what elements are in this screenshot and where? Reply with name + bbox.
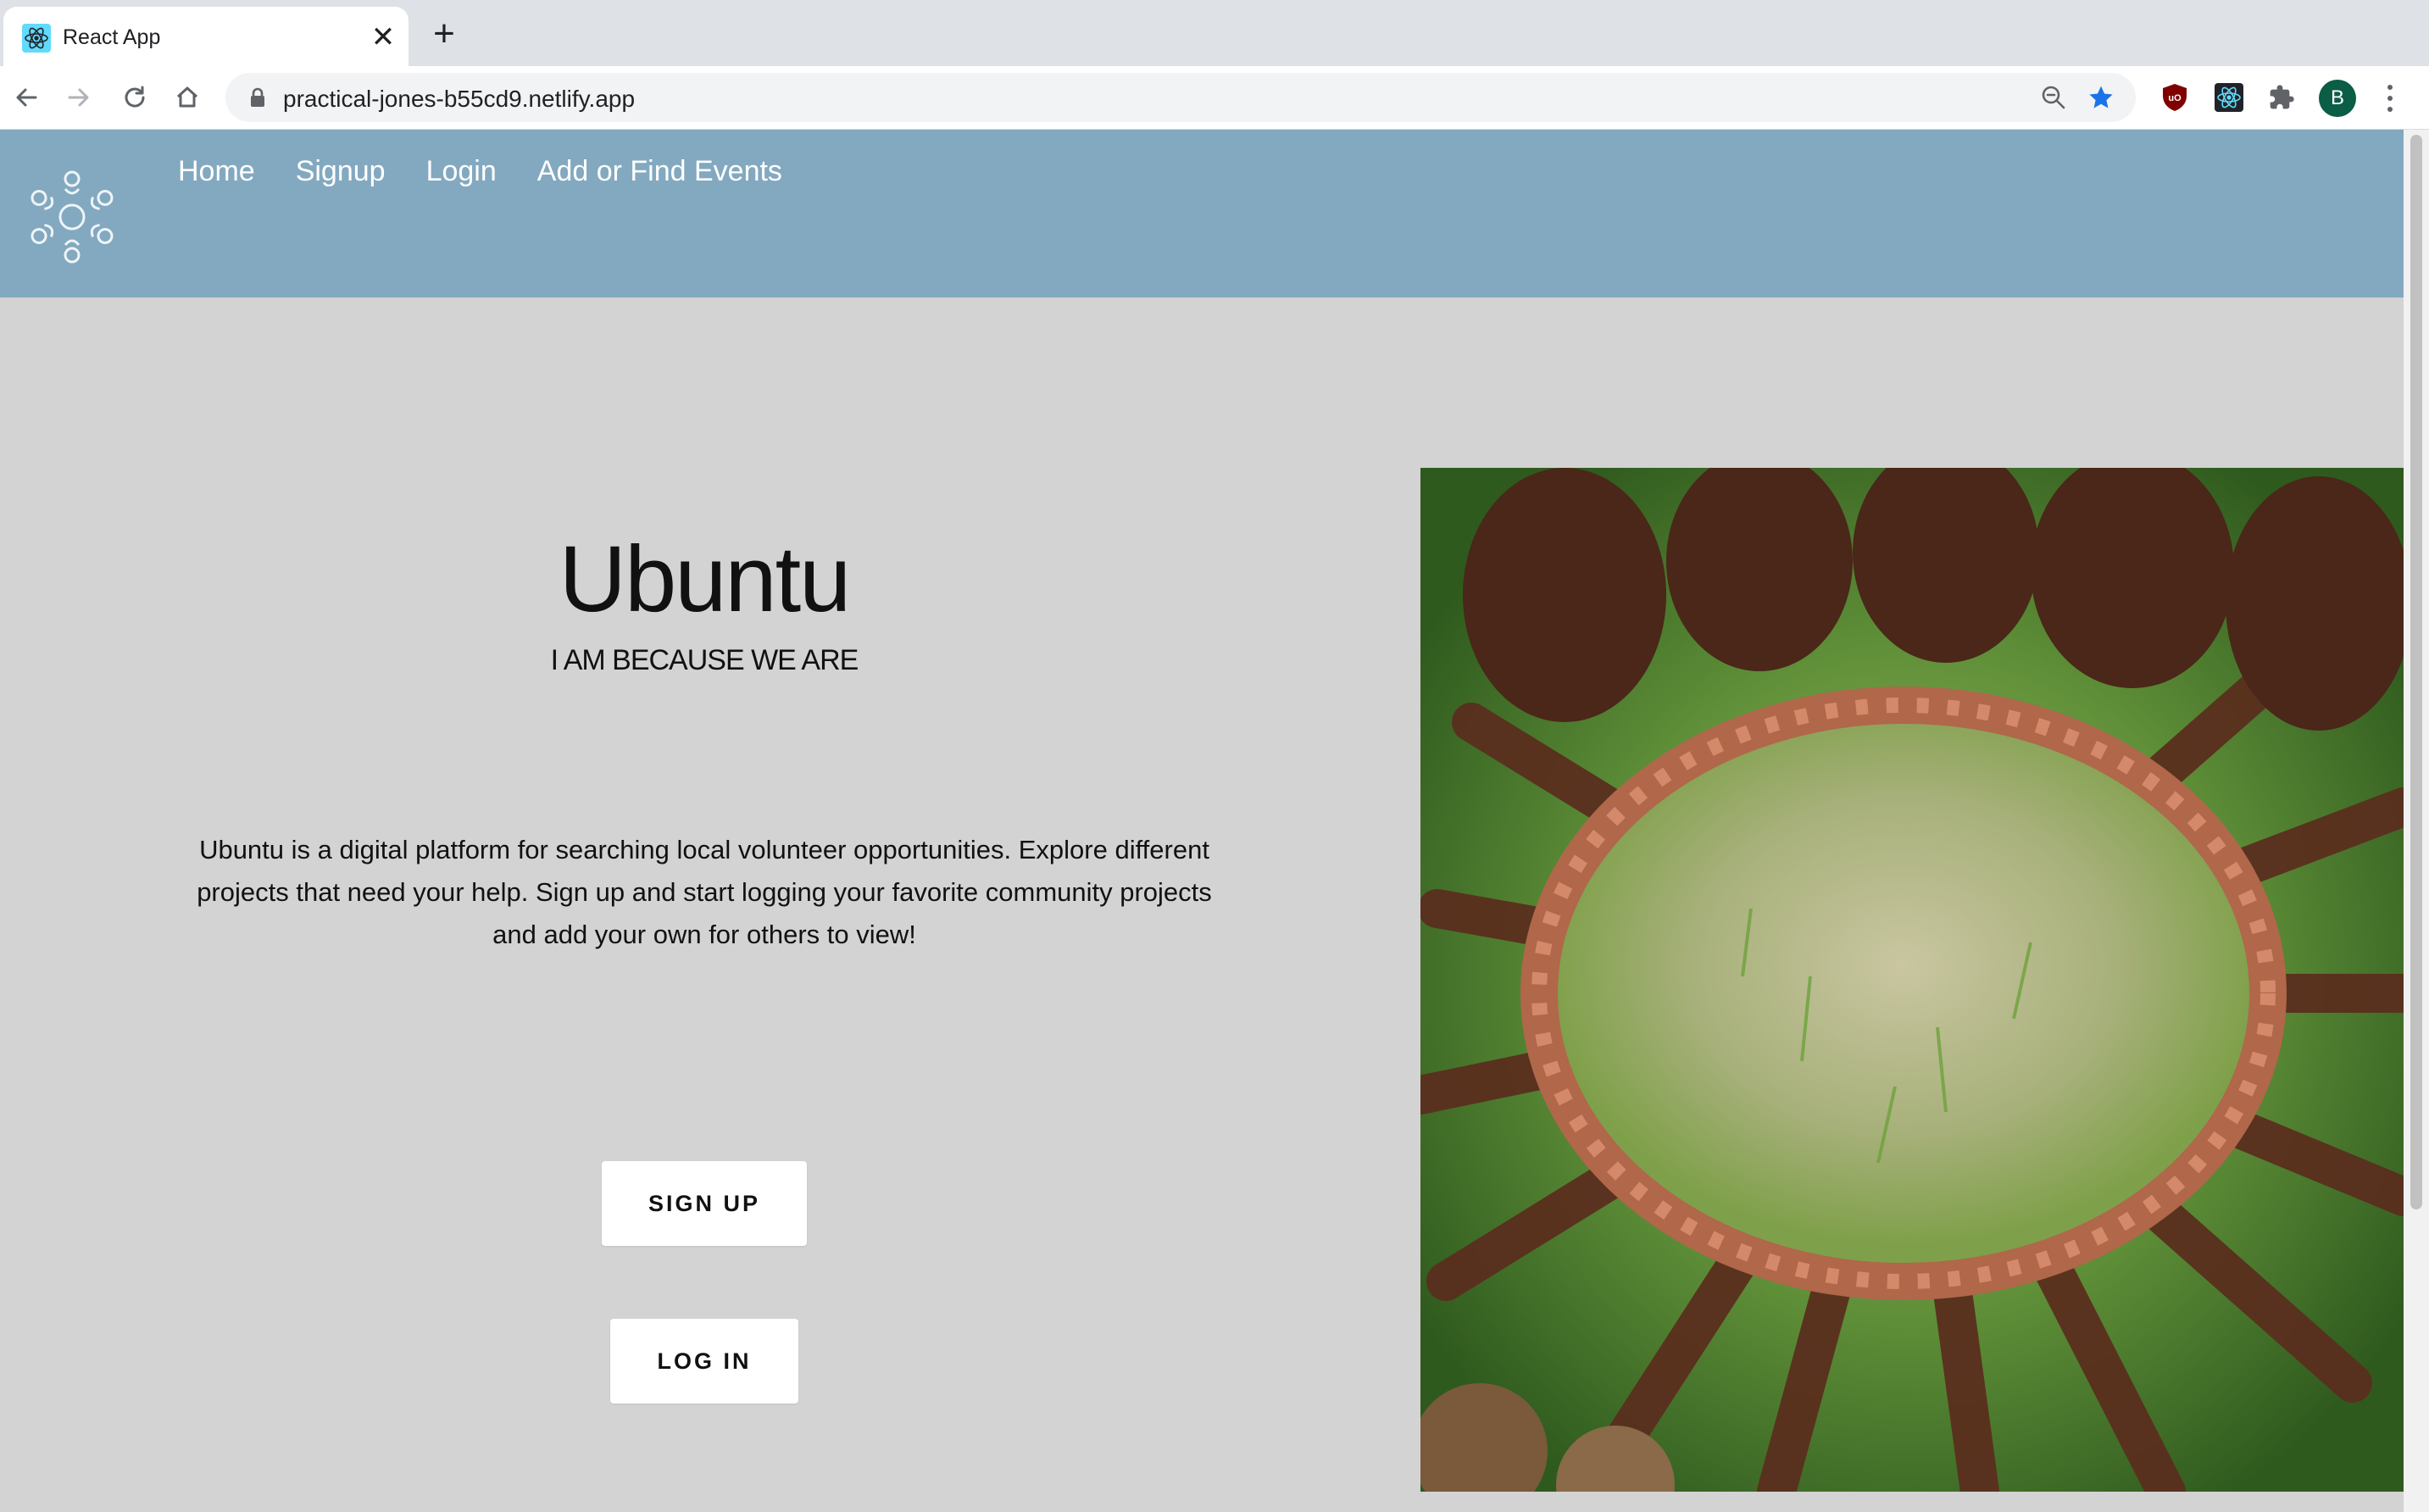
nav-link-home[interactable]: Home (178, 155, 255, 188)
page-scrollbar[interactable] (2404, 130, 2429, 1512)
ublock-icon[interactable]: uO (2159, 82, 2190, 113)
hero-photo-feet-circle (1420, 468, 2404, 1492)
browser-menu-icon[interactable] (2380, 81, 2400, 115)
tab-title: React App (63, 25, 161, 49)
arrow-left-icon[interactable] (8, 80, 44, 115)
hero-subtitle: I AM BECAUSE WE ARE (550, 644, 859, 676)
browser-toolbar: practical-jones-b55cd9.netlify.app uO (0, 66, 2429, 130)
lock-icon (251, 87, 264, 107)
nav-link-events[interactable]: Add or Find Events (537, 155, 782, 188)
browser-tab-strip: React App ✕ + (0, 0, 2429, 66)
hero-description: Ubuntu is a digital platform for searchi… (197, 835, 1212, 949)
community-circle-logo[interactable] (19, 164, 125, 270)
nav-link-login[interactable]: Login (426, 155, 497, 188)
hero-title: Ubuntu (559, 527, 852, 631)
reload-icon[interactable] (117, 80, 153, 115)
address-bar[interactable]: practical-jones-b55cd9.netlify.app (225, 73, 2136, 122)
arrow-right-icon[interactable] (61, 80, 97, 115)
home-icon[interactable] (170, 80, 205, 115)
url-text: practical-jones-b55cd9.netlify.app (283, 86, 636, 112)
signup-button[interactable]: SIGN UP (602, 1161, 807, 1246)
profile-avatar[interactable]: B (2319, 80, 2356, 117)
login-button[interactable]: LOG IN (610, 1319, 798, 1404)
nav-links: Home Signup Login Add or Find Events (178, 155, 782, 188)
scrollbar-thumb[interactable] (2410, 135, 2422, 1209)
svg-text:uO: uO (2168, 93, 2182, 103)
react-icon (22, 24, 51, 53)
nav-link-signup[interactable]: Signup (296, 155, 386, 188)
puzzle-icon[interactable] (2266, 82, 2297, 113)
browser-tab[interactable]: React App ✕ (3, 7, 409, 66)
react-devtools-icon[interactable] (2214, 82, 2244, 113)
new-tab-icon[interactable]: + (427, 15, 461, 53)
zoom-out-icon[interactable] (2039, 83, 2068, 112)
site-navbar: Home Signup Login Add or Find Events (0, 130, 2404, 297)
close-tab-icon[interactable]: ✕ (366, 20, 400, 54)
star-icon[interactable] (2087, 83, 2115, 112)
